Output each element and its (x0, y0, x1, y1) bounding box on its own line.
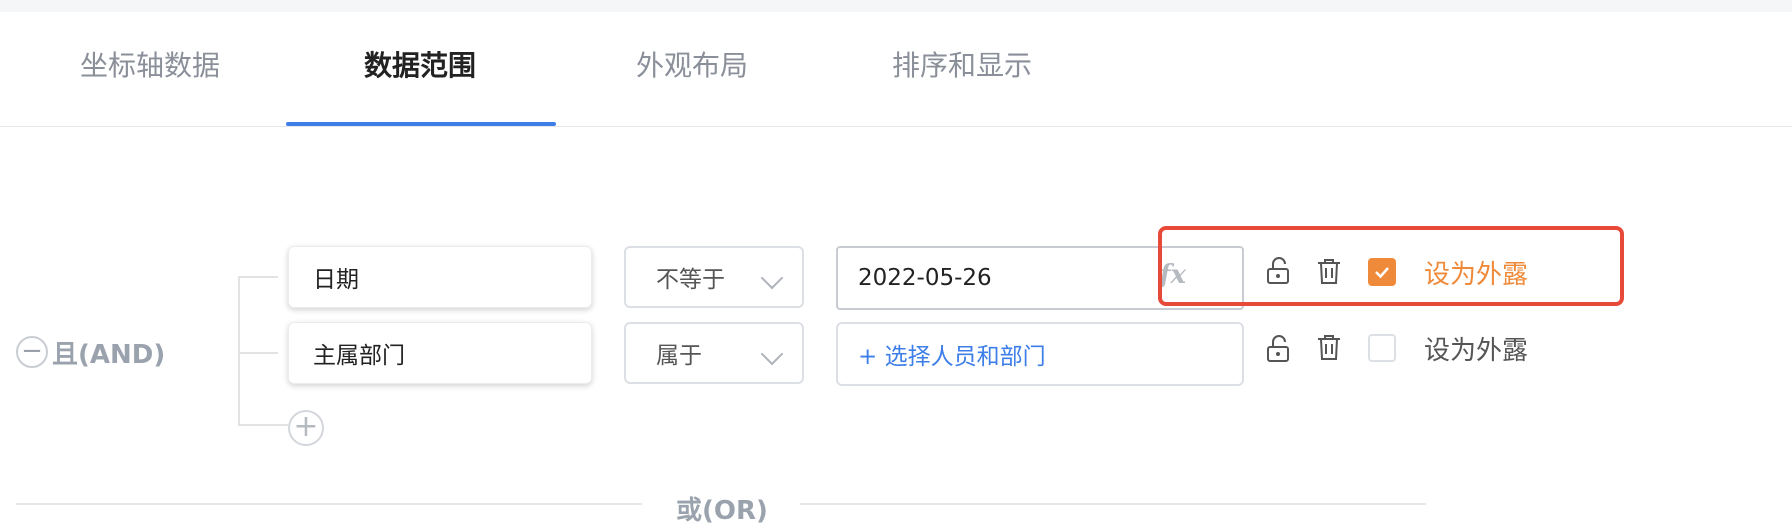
date-value: 2022-05-26 (858, 265, 992, 291)
select-people-departments-link[interactable]: + 选择人员和部门 (858, 337, 1046, 371)
collapse-group-icon[interactable]: − (16, 336, 48, 368)
operator-select[interactable]: 不等于 (624, 246, 804, 308)
top-strip (0, 0, 1792, 12)
operator-label: 属于 (656, 343, 702, 369)
operator-select[interactable]: 属于 (624, 322, 804, 384)
chevron-down-icon (760, 342, 784, 366)
or-divider-line (16, 503, 642, 505)
tree-branch (238, 276, 278, 278)
or-divider-line (800, 503, 1426, 505)
tab-data-range[interactable]: 数据范围 (364, 44, 476, 84)
chevron-down-icon (760, 266, 784, 290)
expose-checkbox[interactable] (1368, 334, 1396, 362)
trash-icon[interactable] (1314, 332, 1344, 362)
check-icon (1375, 267, 1389, 279)
expose-label[interactable]: 设为外露 (1424, 330, 1528, 367)
select-people-departments-field[interactable]: + 选择人员和部门 (836, 322, 1244, 386)
condition-field-select[interactable]: 日期 (288, 246, 592, 308)
tree-branch (238, 352, 278, 354)
expose-label[interactable]: 设为外露 (1424, 254, 1528, 291)
unlock-icon[interactable] (1264, 256, 1294, 286)
condition-field-select[interactable]: 主属部门 (288, 322, 592, 384)
or-logic-label[interactable]: 或(OR) (676, 490, 768, 527)
expose-checkbox[interactable] (1368, 258, 1396, 286)
condition-field-label: 日期 (313, 267, 359, 293)
tree-branch (238, 424, 288, 426)
tab-bar: 坐标轴数据 数据范围 外观布局 排序和显示 (0, 12, 1792, 127)
date-value-input[interactable]: 2022-05-26 fx (836, 246, 1244, 310)
tab-sort-display[interactable]: 排序和显示 (892, 44, 1032, 84)
trash-icon[interactable] (1314, 256, 1344, 286)
tab-appearance-layout[interactable]: 外观布局 (636, 44, 748, 84)
tab-axis-data[interactable]: 坐标轴数据 (80, 44, 220, 84)
operator-label: 不等于 (656, 267, 725, 293)
unlock-icon[interactable] (1264, 334, 1294, 364)
formula-fx-icon[interactable]: fx (1159, 260, 1186, 290)
active-tab-indicator (286, 122, 556, 126)
and-logic-label[interactable]: 且(AND) (52, 334, 165, 371)
add-condition-icon[interactable]: + (288, 410, 324, 446)
group-tree-line (238, 276, 240, 426)
condition-field-label: 主属部门 (313, 343, 405, 369)
